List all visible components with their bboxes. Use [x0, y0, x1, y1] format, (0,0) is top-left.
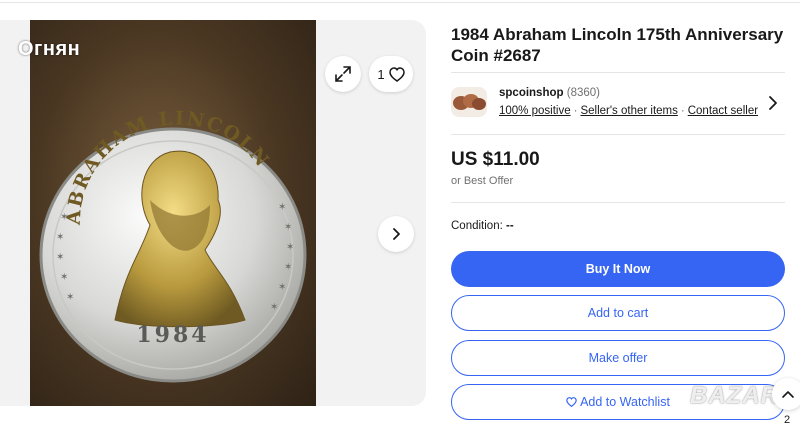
chevron-up-icon: [782, 391, 794, 398]
add-to-cart-button[interactable]: Add to cart: [451, 295, 785, 331]
svg-text:✶: ✶: [56, 232, 64, 243]
seller-avatar[interactable]: [451, 87, 487, 117]
svg-text:✶: ✶: [270, 302, 278, 313]
condition-row: Condition: --: [451, 220, 514, 232]
contact-seller-link[interactable]: Contact seller: [688, 105, 758, 117]
expand-icon: [335, 66, 351, 82]
positive-feedback-link[interactable]: 100% positive: [499, 105, 571, 117]
heart-icon: [388, 66, 405, 82]
svg-text:✶: ✶: [60, 272, 68, 283]
svg-text:✶: ✶: [286, 242, 294, 253]
seller-details-button[interactable]: [766, 95, 780, 116]
main-product-image[interactable]: ABRAHAM LINCOLN ✶ ✶ ✶ ✶ ✶ ✶ ✶ ✶ ✶ ✶ ✶ 1984: [30, 20, 316, 406]
watch-count-button[interactable]: 1: [369, 56, 413, 92]
svg-text:✶: ✶: [60, 212, 68, 223]
svg-text:✶: ✶: [284, 222, 292, 233]
condition-value: --: [506, 220, 514, 232]
best-offer-text: or Best Offer: [451, 175, 514, 187]
price: US $11.00: [451, 149, 540, 170]
listing-title: 1984 Abraham Lincoln 175th Anniversary C…: [451, 25, 784, 65]
divider: [451, 72, 785, 73]
make-offer-button[interactable]: Make offer: [451, 340, 785, 376]
svg-text:✶: ✶: [278, 202, 286, 213]
divider: [451, 134, 785, 135]
seller-links: 100% positive · Seller's other items · Conta…: [499, 105, 758, 117]
svg-text:✶: ✶: [66, 292, 74, 303]
separator: ·: [680, 105, 685, 117]
buy-it-now-button[interactable]: Buy It Now: [451, 251, 785, 287]
separator: ·: [573, 105, 578, 117]
chevron-right-icon: [769, 96, 777, 110]
seller-avatar-image: [453, 94, 486, 110]
divider: [451, 202, 785, 203]
help-button[interactable]: [772, 378, 800, 410]
seller-name[interactable]: spcoinshop: [499, 87, 564, 99]
expand-image-button[interactable]: [325, 56, 361, 92]
next-image-button[interactable]: [378, 216, 414, 252]
condition-label: Condition:: [451, 220, 503, 232]
top-divider: [0, 2, 800, 3]
seller-name-line[interactable]: spcoinshop (8360): [499, 87, 600, 99]
help-digit: 2: [784, 414, 791, 426]
heart-outline-icon: [566, 397, 577, 407]
watermark-logo: BAZAR: [690, 382, 779, 409]
svg-text:✶: ✶: [278, 282, 286, 293]
image-gallery: ABRAHAM LINCOLN ✶ ✶ ✶ ✶ ✶ ✶ ✶ ✶ ✶ ✶ ✶ 1984 Огня…: [0, 20, 426, 406]
watch-count: 1: [377, 66, 385, 82]
watermark-text: Огнян: [18, 38, 81, 60]
svg-text:✶: ✶: [56, 252, 64, 263]
add-to-watchlist-label: Add to Watchlist: [580, 395, 670, 409]
coin-image: ABRAHAM LINCOLN ✶✶✶ ✶✶ ✶✶✶ ✶✶✶ 1984: [39, 107, 307, 383]
seller-other-items-link[interactable]: Seller's other items: [580, 105, 677, 117]
chevron-right-icon: [393, 228, 400, 240]
coin-year: 1984: [136, 322, 209, 348]
svg-text:✶: ✶: [284, 262, 292, 273]
seller-feedback-score: (8360): [566, 87, 600, 99]
